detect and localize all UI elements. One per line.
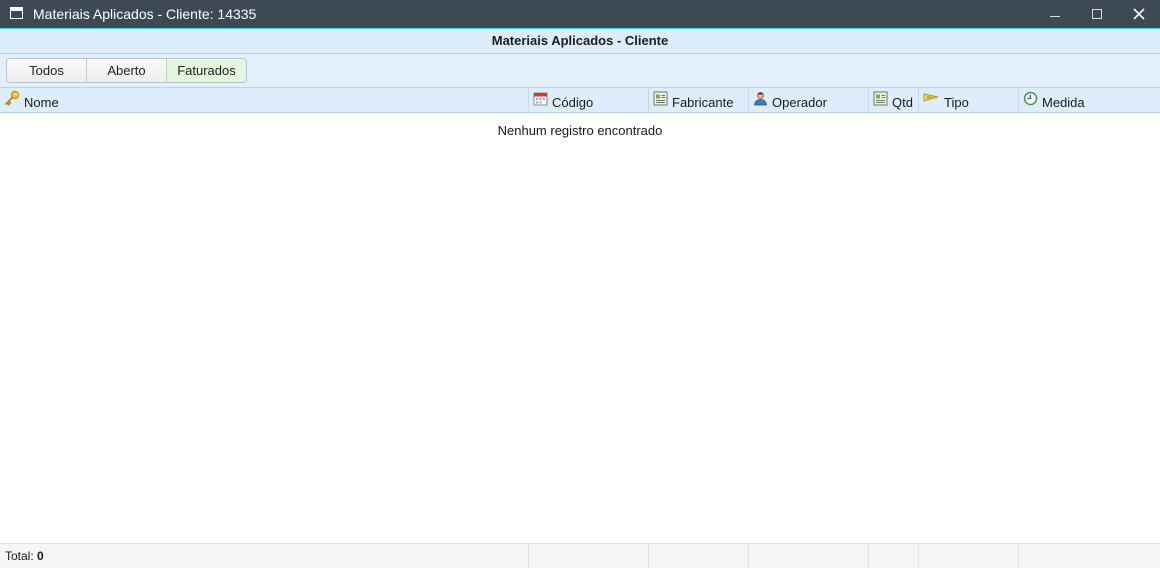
panel-title: Materiais Aplicados - Cliente (0, 29, 1160, 54)
clock-icon (1023, 91, 1038, 105)
column-label: Qtd (892, 95, 913, 110)
column-label: Medida (1042, 95, 1085, 110)
footer-cell (0, 544, 529, 568)
column-header-tipo[interactable]: Tipo (919, 88, 1019, 112)
minimize-button[interactable] (1034, 0, 1076, 28)
total-label: Total: (5, 549, 34, 563)
close-icon (1133, 8, 1145, 20)
minimize-icon (1050, 15, 1060, 17)
grid-column-headers: Nome Código Fabricante Operador Qtd Tipo… (0, 88, 1160, 113)
column-label: Tipo (944, 95, 969, 110)
grid-body: Nenhum registro encontrado (0, 113, 1160, 543)
grid-footer: Total: 0 (0, 543, 1160, 568)
window-titlebar: Materiais Aplicados - Cliente: 14335 (0, 0, 1160, 29)
column-label: Código (552, 95, 594, 110)
column-header-nome[interactable]: Nome (0, 88, 529, 112)
filter-toolbar: Todos Aberto Faturados (0, 54, 1160, 88)
window-title: Materiais Aplicados - Cliente: 14335 (33, 6, 257, 22)
filter-segmented-control: Todos Aberto Faturados (6, 58, 247, 83)
filter-todos-button[interactable]: Todos (7, 59, 87, 82)
empty-message: Nenhum registro encontrado (497, 123, 663, 138)
column-header-fabricante[interactable]: Fabricante (649, 88, 749, 112)
filter-faturados-button[interactable]: Faturados (167, 59, 246, 82)
app-window-icon (10, 7, 23, 19)
total-value: 0 (37, 549, 44, 563)
footer-cell (919, 544, 1019, 568)
column-header-medida[interactable]: Medida (1019, 88, 1160, 112)
close-button[interactable] (1118, 0, 1160, 28)
key-icon (5, 90, 20, 106)
total-count: Total: 0 (5, 549, 44, 563)
footer-cell (649, 544, 749, 568)
user-icon (754, 91, 767, 105)
column-header-operador[interactable]: Operador (749, 88, 869, 112)
column-label: Operador (772, 95, 827, 110)
column-header-codigo[interactable]: Código (529, 88, 649, 112)
calendar-icon (533, 92, 548, 105)
footer-cell (529, 544, 649, 568)
column-header-qtd[interactable]: Qtd (869, 88, 919, 112)
column-label: Fabricante (672, 95, 734, 110)
footer-cell (869, 544, 919, 568)
footer-cell (749, 544, 869, 568)
report-icon (873, 91, 888, 105)
maximize-button[interactable] (1076, 0, 1118, 28)
maximize-icon (1092, 9, 1102, 19)
report-icon (653, 91, 668, 105)
flag-icon (923, 92, 939, 102)
column-label: Nome (24, 95, 59, 110)
filter-aberto-button[interactable]: Aberto (87, 59, 167, 82)
